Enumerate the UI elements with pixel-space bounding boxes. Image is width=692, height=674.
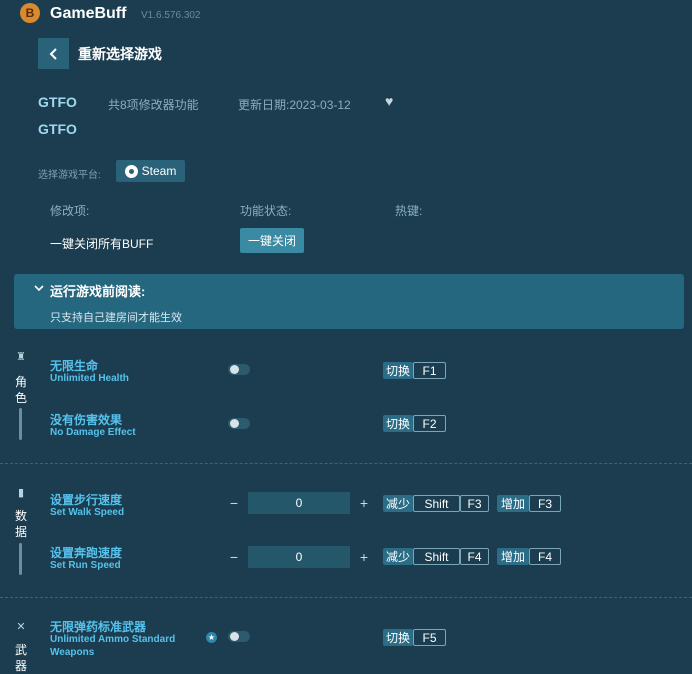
toggle-action-label[interactable]: 切换 xyxy=(383,415,413,432)
increase-label[interactable]: 增加 xyxy=(497,548,529,565)
notice-title: 运行游戏前阅读: xyxy=(50,284,146,299)
steam-icon xyxy=(124,164,138,178)
feature-name-en: No Damage Effect xyxy=(50,427,136,438)
hotkey-shift[interactable]: Shift xyxy=(413,495,460,512)
section-divider xyxy=(0,463,692,464)
notice-body: 只支持自己建房间才能生效 xyxy=(50,312,182,324)
hotkey-f4[interactable]: F4 xyxy=(529,548,561,565)
update-date: 更新日期:2023-03-12 xyxy=(238,98,351,112)
hotkey-f3[interactable]: F3 xyxy=(460,495,489,512)
category-weapon-char1: 武 xyxy=(14,643,27,657)
unlimited-ammo-toggle[interactable] xyxy=(228,631,250,642)
toggle-action-label[interactable]: 切换 xyxy=(383,629,413,646)
category-character-char2: 色 xyxy=(14,391,27,405)
game-name-secondary: GTFO xyxy=(38,121,77,137)
game-name: GTFO xyxy=(38,94,77,110)
walk-speed-input[interactable]: 0 xyxy=(248,492,350,514)
increase-label[interactable]: 增加 xyxy=(497,495,529,512)
star-icon: ★ xyxy=(206,632,217,643)
feature-name-en: Unlimited Health xyxy=(50,373,129,384)
column-status: 功能状态: xyxy=(240,204,292,218)
column-hotkey: 热键: xyxy=(395,204,423,218)
close-all-button[interactable]: 一键关闭 xyxy=(240,228,304,253)
hotkey-f2[interactable]: F2 xyxy=(413,415,446,432)
minus-icon[interactable]: − xyxy=(227,496,241,510)
section-divider xyxy=(0,597,692,598)
decrease-label[interactable]: 减少 xyxy=(383,548,413,565)
character-icon: ♜ xyxy=(16,351,26,363)
feature-count: 共8项修改器功能 xyxy=(108,98,199,112)
chevron-left-icon xyxy=(49,47,57,60)
hotkey-f3[interactable]: F3 xyxy=(529,495,561,512)
unlimited-health-toggle[interactable] xyxy=(228,364,250,375)
feature-name-en: Set Run Speed xyxy=(50,560,121,571)
category-character-char1: 角 xyxy=(14,375,27,389)
column-mod: 修改项: xyxy=(50,204,90,218)
feature-name-en: Set Walk Speed xyxy=(50,507,125,518)
category-data-char2: 据 xyxy=(14,525,27,539)
app-version: V1.6.576.302 xyxy=(141,10,201,21)
feature-name-en-line2: Weapons xyxy=(50,647,95,658)
minus-icon[interactable]: − xyxy=(227,550,241,564)
toggle-action-label[interactable]: 切换 xyxy=(383,362,413,379)
weapon-crossed-icon: ✕ xyxy=(16,621,26,633)
app-logo: B xyxy=(20,3,40,23)
plus-icon[interactable]: + xyxy=(357,496,371,510)
app-name: GameBuff xyxy=(50,5,127,22)
close-all-label: 一键关闭所有BUFF xyxy=(50,237,154,251)
hotkey-shift[interactable]: Shift xyxy=(413,548,460,565)
heart-icon[interactable]: ♥ xyxy=(385,93,393,109)
category-bar xyxy=(19,543,22,575)
chevron-down-icon[interactable] xyxy=(34,283,44,293)
reselect-game-title: 重新选择游戏 xyxy=(78,46,162,62)
plus-icon[interactable]: + xyxy=(357,550,371,564)
hotkey-f4[interactable]: F4 xyxy=(460,548,489,565)
hotkey-f5[interactable]: F5 xyxy=(413,629,446,646)
category-data-char1: 数 xyxy=(14,509,27,523)
steam-label: Steam xyxy=(141,164,177,178)
platform-label: 选择游戏平台: xyxy=(38,170,101,181)
decrease-label[interactable]: 减少 xyxy=(383,495,413,512)
category-bar xyxy=(19,408,22,440)
hotkey-f1[interactable]: F1 xyxy=(413,362,446,379)
data-chart-icon: ▮ xyxy=(17,487,25,499)
no-damage-effect-toggle[interactable] xyxy=(228,418,250,429)
steam-platform-button[interactable]: Steam xyxy=(116,160,185,182)
run-speed-input[interactable]: 0 xyxy=(248,546,350,568)
feature-name-en: Unlimited Ammo Standard xyxy=(50,634,176,645)
back-button[interactable] xyxy=(38,38,69,69)
